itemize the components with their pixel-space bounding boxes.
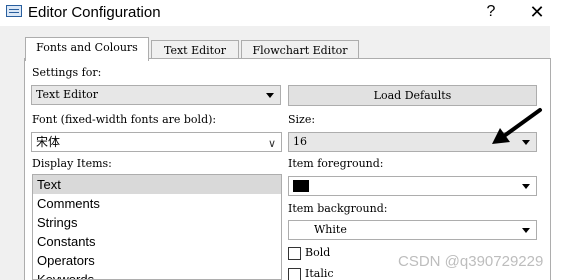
settings-for-select[interactable]: Text Editor xyxy=(31,85,281,105)
list-item[interactable]: Strings xyxy=(33,213,281,232)
help-button[interactable]: ? xyxy=(480,3,502,23)
item-background-select[interactable]: White xyxy=(288,220,537,240)
item-foreground-select[interactable] xyxy=(288,176,537,196)
tab-label: Flowchart Editor xyxy=(252,44,348,57)
list-item[interactable]: Keywords xyxy=(33,270,281,279)
italic-label: Italic xyxy=(305,267,334,280)
font-label: Font (fixed-width fonts are bold): xyxy=(32,113,217,126)
dialog-right-edge xyxy=(550,26,570,280)
load-defaults-button[interactable]: Load Defaults xyxy=(288,85,537,106)
dropdown-arrow-icon xyxy=(266,93,274,98)
dropdown-arrow-icon xyxy=(522,228,530,233)
tab-label: Text Editor xyxy=(163,44,226,57)
settings-for-value: Text Editor xyxy=(36,88,99,101)
display-items-list[interactable]: Text Comments Strings Constants Operator… xyxy=(32,174,282,280)
background-color-swatch xyxy=(293,223,311,237)
font-value: 宋体 xyxy=(36,135,61,149)
list-item[interactable]: Constants xyxy=(33,232,281,251)
list-item[interactable]: Operators xyxy=(33,251,281,270)
bold-label: Bold xyxy=(305,246,331,259)
window-title: Editor Configuration xyxy=(28,4,161,21)
foreground-color-swatch xyxy=(293,180,309,192)
chevron-down-icon: ∨ xyxy=(267,137,276,150)
size-value: 16 xyxy=(293,135,307,148)
size-label: Size: xyxy=(288,113,316,126)
tab-label: Fonts and Colours xyxy=(36,41,138,54)
display-items-label: Display Items: xyxy=(32,157,112,170)
annotation-arrow-icon xyxy=(492,108,542,144)
settings-for-label: Settings for: xyxy=(32,66,102,79)
bold-checkbox-row[interactable]: Bold xyxy=(288,246,368,262)
font-select[interactable]: 宋体 ∨ xyxy=(31,132,282,152)
tab-fonts-and-colours[interactable]: Fonts and Colours xyxy=(25,37,149,61)
item-background-label: Item background: xyxy=(288,202,388,215)
list-item[interactable]: Text xyxy=(33,175,281,194)
title-bar: Editor Configuration ? ✕ xyxy=(0,0,570,26)
item-foreground-label: Item foreground: xyxy=(288,157,384,170)
italic-checkbox[interactable] xyxy=(288,268,301,280)
list-item[interactable]: Comments xyxy=(33,194,281,213)
dropdown-arrow-icon xyxy=(522,184,530,189)
watermark: CSDN @q390729229 xyxy=(398,253,544,270)
bold-checkbox[interactable] xyxy=(288,247,301,260)
close-button[interactable]: ✕ xyxy=(524,0,550,24)
italic-checkbox-row[interactable]: Italic xyxy=(288,267,368,280)
app-icon xyxy=(6,5,22,17)
item-background-value: White xyxy=(314,223,347,236)
